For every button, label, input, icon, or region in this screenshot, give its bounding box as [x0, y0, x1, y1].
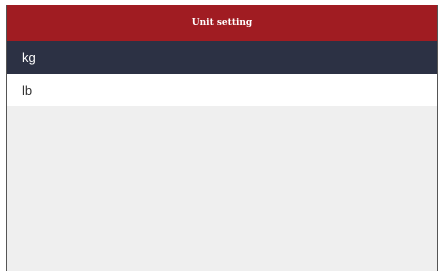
unit-option-label: lb	[22, 82, 33, 98]
unit-setting-screen: Unit setting kg lb	[6, 5, 438, 271]
page-title: Unit setting	[191, 18, 253, 28]
header-bar: Unit setting	[7, 5, 437, 41]
unit-option-kg[interactable]: kg	[7, 41, 437, 74]
unit-option-lb[interactable]: lb	[7, 74, 437, 106]
unit-option-label: kg	[22, 50, 36, 65]
unit-list: kg lb	[7, 41, 437, 106]
